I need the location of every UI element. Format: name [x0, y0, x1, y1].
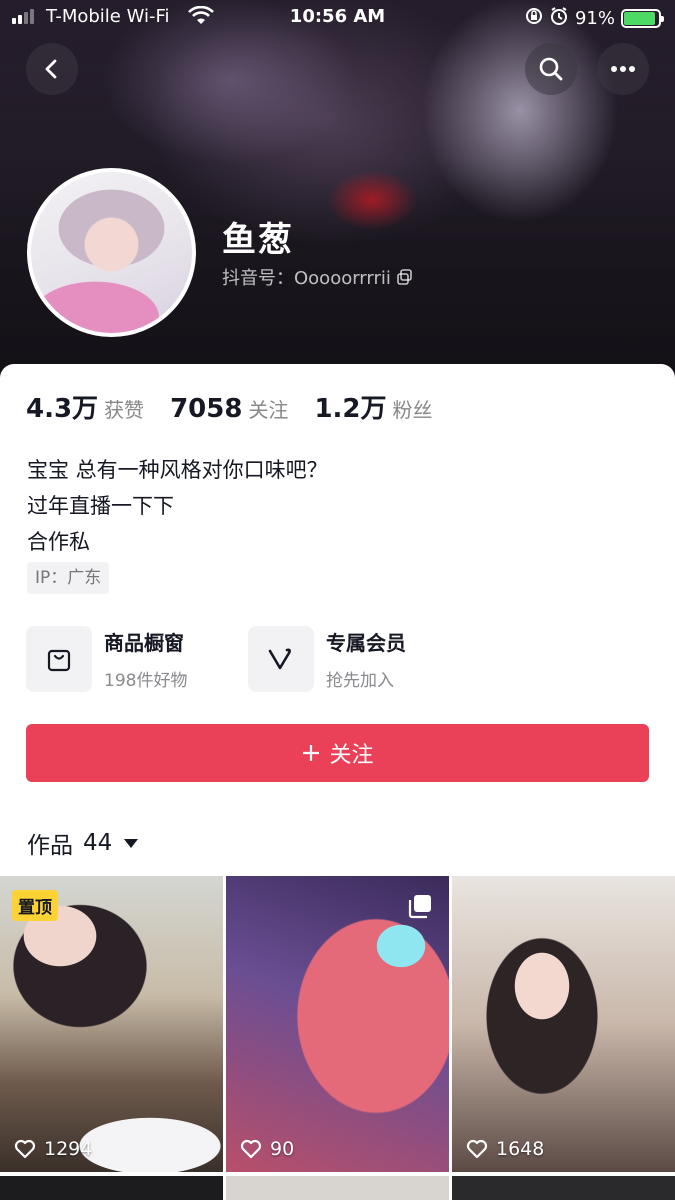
membership-subtitle: 抢先加入 — [326, 671, 394, 691]
like-count: 1294 — [14, 1138, 92, 1160]
shopping-bag-icon — [26, 626, 92, 692]
pinned-badge: 置顶 — [12, 890, 58, 921]
plus-icon — [303, 745, 320, 761]
stat-value: 1.2万 — [314, 394, 387, 424]
like-count-text: 1648 — [496, 1138, 545, 1160]
stat-value: 4.3万 — [26, 394, 99, 424]
copy-icon[interactable] — [397, 269, 413, 285]
bio: 宝宝 总有一种风格对你口味吧？ 过年直播一下下 合作私 — [27, 452, 328, 560]
stats-row: 4.3万 获赞 7058 关注 1.2万 粉丝 — [26, 388, 459, 425]
status-bar: T-Mobile Wi-Fi 10:56 AM 91% — [0, 0, 675, 34]
video-tile[interactable]: 90 — [226, 876, 449, 1172]
video-tile[interactable]: 1648 — [452, 876, 675, 1172]
multi-image-icon — [408, 895, 431, 919]
back-button[interactable] — [26, 43, 78, 95]
stat-value: 7058 — [170, 394, 243, 424]
shop-window-entry[interactable]: 商品橱窗 198件好物 — [26, 626, 187, 692]
works-tab-label: 作品 — [27, 833, 73, 859]
like-count-text: 1294 — [44, 1138, 93, 1160]
video-tile[interactable] — [226, 1176, 449, 1200]
orientation-lock-icon — [525, 7, 543, 30]
member-v-icon — [248, 626, 314, 692]
heart-icon — [14, 1139, 36, 1159]
like-count: 90 — [240, 1138, 294, 1160]
ip-location-tag: IP：广东 — [27, 562, 110, 594]
stat-following[interactable]: 7058 关注 — [170, 394, 288, 424]
battery-icon — [621, 9, 664, 28]
bio-line: 宝宝 总有一种风格对你口味吧？ — [27, 458, 328, 482]
stat-followers[interactable]: 1.2万 粉丝 — [314, 388, 432, 425]
shop-window-title: 商品橱窗 — [104, 631, 184, 655]
video-tile[interactable] — [452, 1176, 675, 1200]
video-tile[interactable]: 置顶 1294 — [0, 876, 223, 1172]
follow-button[interactable]: 关注 — [26, 724, 649, 782]
account-id: 抖音号：Ooooorrrrii — [222, 264, 413, 290]
stat-label: 粉丝 — [392, 398, 433, 422]
battery-percent: 91% — [574, 8, 615, 29]
search-icon — [539, 57, 563, 81]
follow-button-label: 关注 — [329, 743, 374, 768]
search-button[interactable] — [525, 43, 577, 95]
avatar[interactable] — [27, 168, 196, 337]
like-count: 1648 — [466, 1138, 544, 1160]
membership-entry[interactable]: 专属会员 抢先加入 — [248, 626, 406, 692]
shop-window-subtitle: 198件好物 — [104, 671, 188, 691]
video-tile[interactable] — [0, 1176, 223, 1200]
heart-icon — [466, 1139, 488, 1159]
more-button[interactable] — [597, 43, 649, 95]
like-count-text: 90 — [270, 1138, 295, 1160]
tab-works[interactable]: 作品 44 — [27, 826, 139, 860]
stat-label: 关注 — [248, 398, 289, 422]
stat-label: 获赞 — [104, 398, 145, 422]
alarm-icon — [549, 6, 569, 31]
works-count: 44 — [83, 830, 113, 856]
profile-name: 鱼葱 — [222, 220, 294, 260]
heart-icon — [240, 1139, 262, 1159]
bio-line: 合作私 — [27, 530, 90, 554]
caret-down-icon — [124, 838, 139, 848]
more-dots-icon — [611, 66, 635, 72]
membership-title: 专属会员 — [326, 631, 406, 655]
bio-line: 过年直播一下下 — [27, 494, 174, 518]
chevron-left-icon — [45, 59, 57, 79]
stat-likes[interactable]: 4.3万 获赞 — [26, 388, 144, 425]
account-id-text: 抖音号：Ooooorrrrii — [222, 268, 391, 289]
